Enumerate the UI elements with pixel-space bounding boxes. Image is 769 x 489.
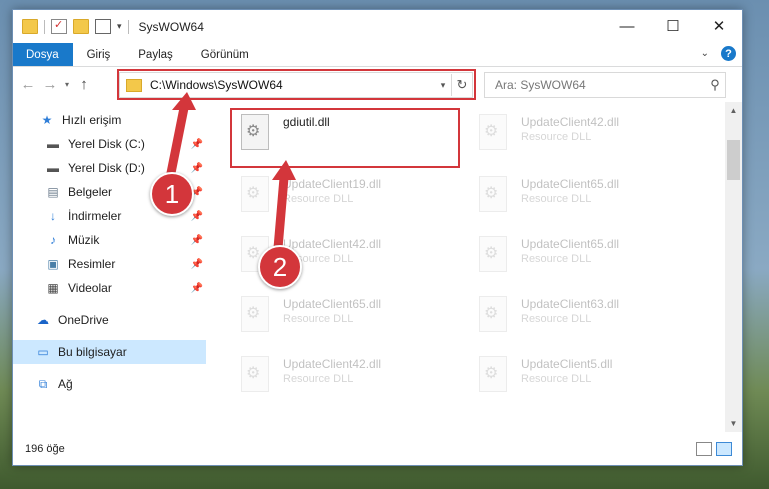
step-1-badge: 1: [150, 172, 194, 216]
arrow-to-address: [165, 107, 189, 179]
arrow-head-address: [172, 92, 196, 110]
step-2-badge: 2: [258, 245, 302, 289]
arrow-head-file: [272, 160, 296, 180]
arrow-to-file: [273, 177, 289, 249]
annotation-arrows: [165, 92, 296, 249]
